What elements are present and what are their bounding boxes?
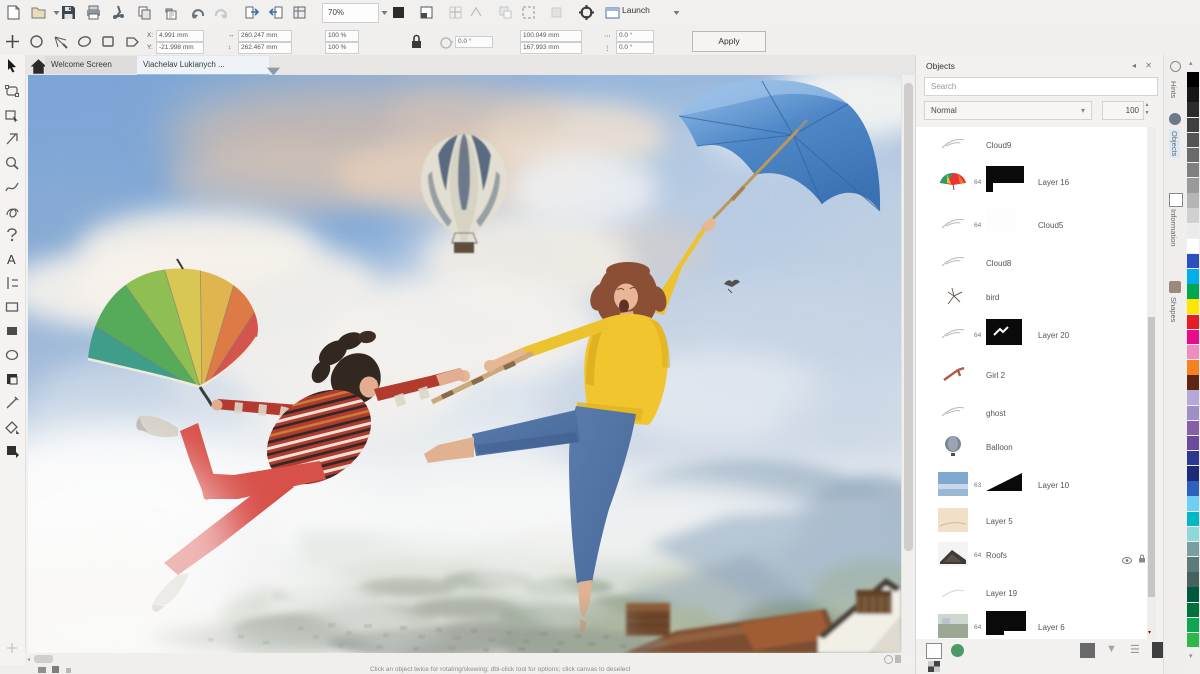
svg-text:A: A (7, 252, 16, 267)
